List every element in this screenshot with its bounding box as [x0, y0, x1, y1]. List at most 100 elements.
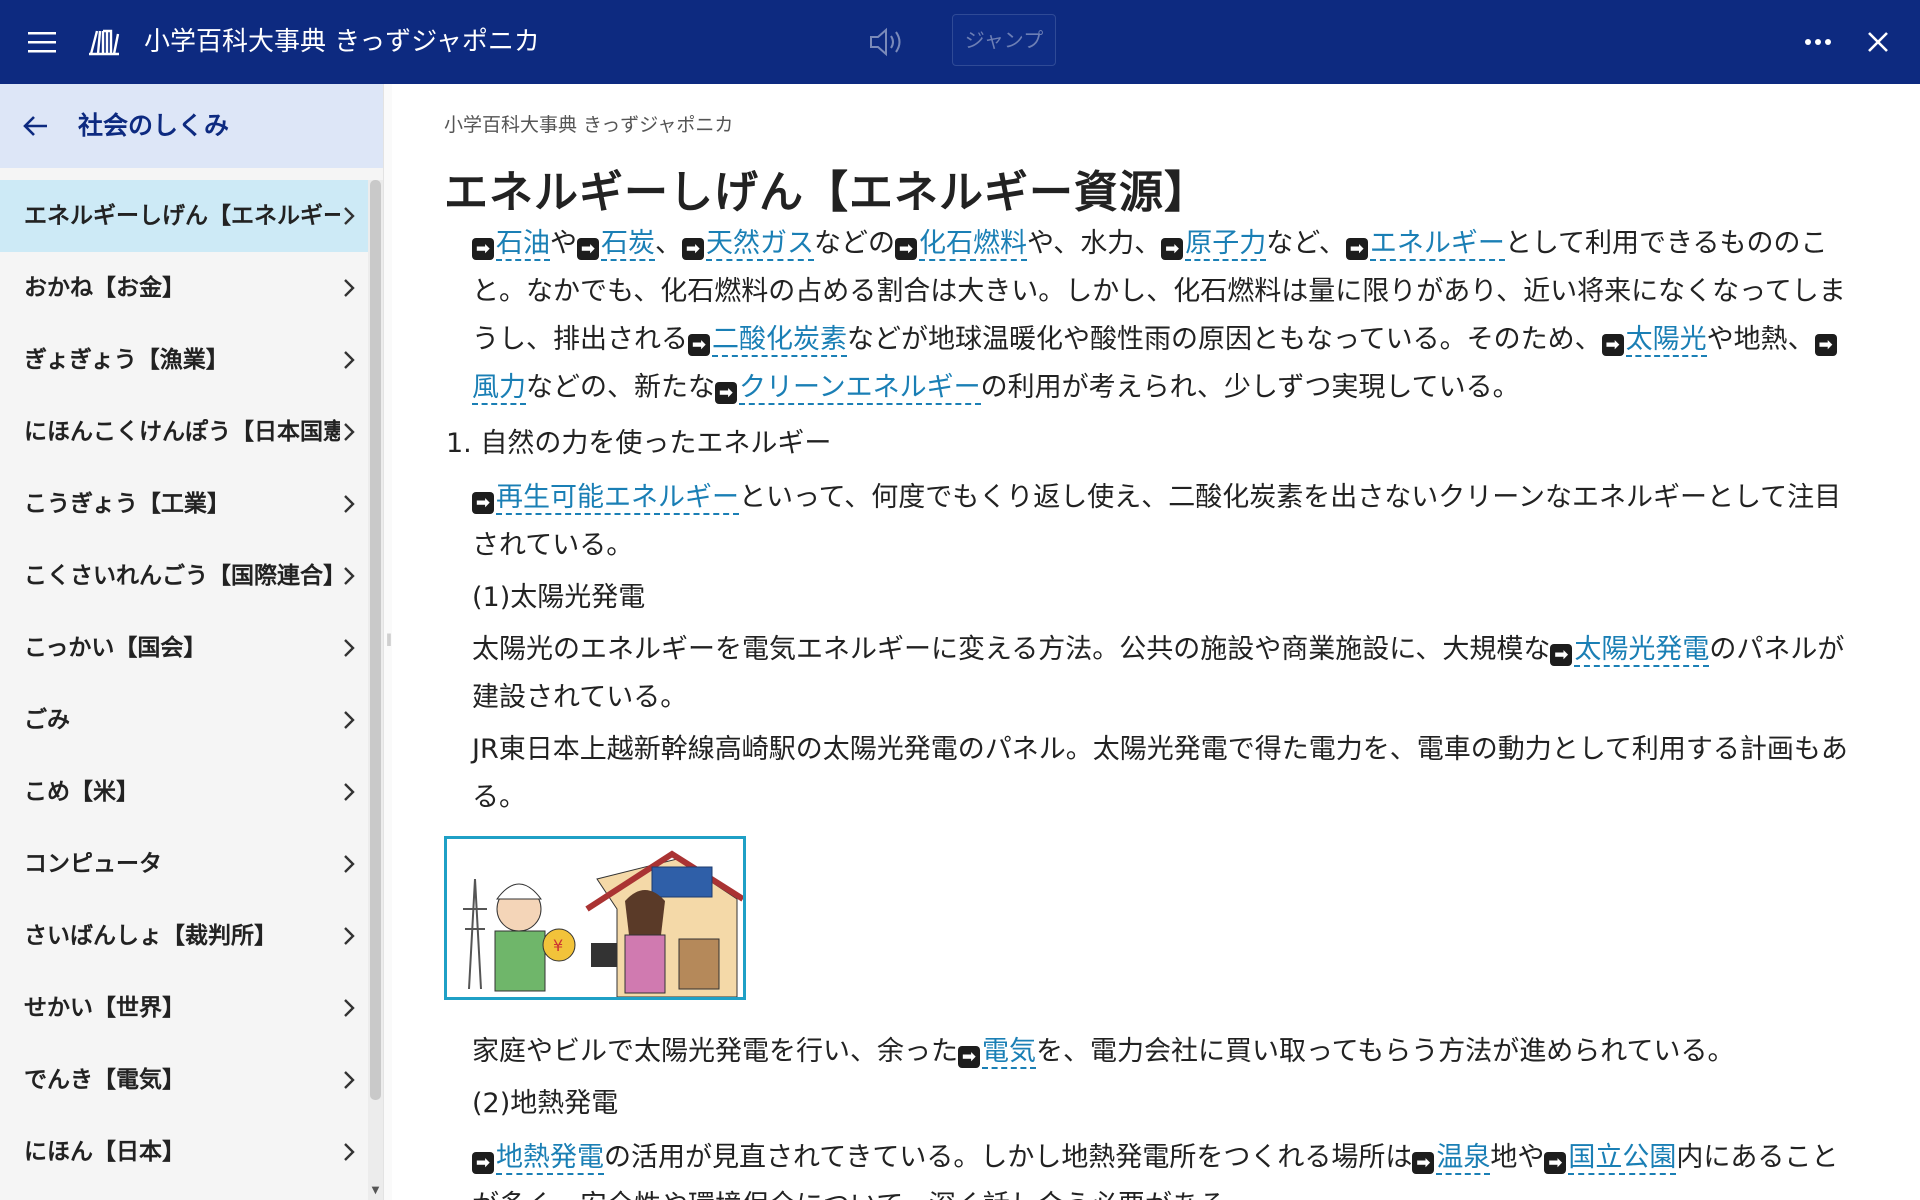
sidebar-item-energy-resources[interactable]: エネルギーしげん【エネルギー資源】 [0, 180, 368, 252]
close-button[interactable] [1854, 0, 1902, 84]
section-heading: 1. 自然の力を使ったエネルギー [446, 428, 832, 459]
sidebar-item-constitution[interactable]: にほんこくけんぽう【日本国憲法】 [0, 396, 368, 468]
link-coal[interactable]: 石炭 [601, 228, 655, 261]
chevron-right-icon [344, 279, 355, 297]
sidebar-item-label: こうぎょう【工業】 [24, 491, 230, 517]
link-hot-spring[interactable]: 温泉 [1436, 1142, 1491, 1175]
sidebar-item-label: エネルギーしげん【エネルギー資源】 [24, 203, 340, 229]
text: 地や [1490, 1142, 1545, 1173]
title-bar: 小学百科大事典 きっずジャポニカ ジャンプ [0, 0, 1920, 84]
books-icon [84, 0, 124, 84]
link-arrow-icon: ➡ [1544, 1152, 1567, 1174]
jump-button[interactable]: ジャンプ [952, 14, 1056, 66]
chevron-right-icon [344, 927, 355, 945]
solar-power-illustration[interactable]: ¥ [444, 836, 746, 1000]
pane-splitter[interactable]: ‖ [383, 84, 392, 1200]
sidebar-item-rice[interactable]: こめ【米】 [0, 756, 368, 828]
chevron-right-icon [344, 855, 355, 873]
link-arrow-icon: ➡ [1814, 334, 1837, 356]
link-arrow-icon: ➡ [472, 238, 494, 260]
sidebar-item-diet[interactable]: こっかい【国会】 [0, 612, 368, 684]
intro-paragraph: ➡ 石油や ➡ 石炭、 ➡ 天然ガスなどの ➡ 化石燃料や、水力、 ➡ 原子力など、 ➡ エネルギーと… [472, 220, 1862, 412]
chevron-right-icon [344, 711, 355, 729]
link-energy[interactable]: エネルギー [1369, 228, 1505, 261]
link-arrow-icon: ➡ [1161, 238, 1184, 260]
text: の利用が考えられ、少しずつ実現している。 [980, 372, 1520, 403]
menu-icon [28, 32, 56, 53]
speaker-icon [870, 27, 901, 57]
sidebar-item-electricity[interactable]: でんき【電気】 [0, 1044, 368, 1116]
link-fossil-fuel[interactable]: 化石燃料 [919, 228, 1027, 261]
page-title: エネルギーしげん【エネルギー資源】 [444, 167, 1209, 218]
hamburger-menu-button[interactable] [18, 0, 66, 84]
solar-paragraph: 太陽光のエネルギーを電気エネルギーに変える方法。公共の施設や商業施設に、大規模な… [472, 626, 1862, 722]
link-solar-power[interactable]: 太陽光発電 [1574, 634, 1710, 667]
sidebar-item-world[interactable]: せかい【世界】 [0, 972, 368, 1044]
link-arrow-icon: ➡ [958, 1046, 980, 1068]
more-icon [1805, 39, 1831, 45]
text: の活用が見直されてきている。しかし地熱発電所をつくれる場所は [604, 1142, 1413, 1173]
link-geothermal[interactable]: 地熱発電 [496, 1142, 604, 1175]
back-arrow-icon [23, 116, 47, 136]
text: などが地球温暖化や酸性雨の原因ともなっている。そのため、 [847, 324, 1602, 355]
link-nuclear[interactable]: 原子力 [1185, 228, 1267, 261]
link-oil[interactable]: 石油 [496, 228, 550, 261]
link-sunlight[interactable]: 太陽光 [1625, 324, 1707, 357]
sidebar-item-label: さいばんしょ【裁判所】 [24, 923, 277, 949]
chevron-right-icon [344, 1143, 355, 1161]
chevron-right-icon [344, 639, 355, 657]
sidebar-item-label: にほんこくけんぽう【日本国憲法】 [24, 419, 340, 445]
sidebar-item-japan[interactable]: にほん【日本】 [0, 1116, 368, 1188]
text: や [550, 228, 577, 259]
text: や、水力、 [1027, 228, 1162, 259]
sidebar-item-industry[interactable]: こうぎょう【工業】 [0, 468, 368, 540]
chevron-right-icon [344, 351, 355, 369]
text: などの [814, 228, 895, 259]
link-national-park[interactable]: 国立公園 [1568, 1142, 1677, 1175]
scrollbar-thumb[interactable] [370, 180, 381, 1100]
breadcrumb: 小学百科大事典 きっずジャポニカ [444, 114, 734, 136]
back-button[interactable] [18, 104, 54, 148]
sidebar-header: 社会のしくみ [0, 84, 383, 168]
geothermal-paragraph: ➡ 地熱発電の活用が見直されてきている。しかし地熱発電所をつくれる場所は ➡ 温泉地や… [472, 1134, 1862, 1200]
caption-paragraph: JR東日本上越新幹線高崎駅の太陽光発電のパネル。太陽光発電で得た電力を、電車の動… [472, 734, 1848, 813]
sidebar-item-label: こくさいれんごう【国際連合】 [24, 563, 340, 589]
sidebar-item-fishery[interactable]: ぎょぎょう【漁業】 [0, 324, 368, 396]
link-arrow-icon: ➡ [472, 1152, 494, 1174]
subsection-heading-geothermal: (2)地熱発電 [472, 1088, 619, 1119]
link-arrow-icon: ➡ [895, 238, 917, 260]
sidebar-title: 社会のしくみ [78, 111, 230, 140]
sidebar-item-united-nations[interactable]: こくさいれんごう【国際連合】 [0, 540, 368, 612]
sidebar-item-garbage[interactable]: ごみ [0, 684, 368, 756]
link-natural-gas[interactable]: 天然ガス [706, 228, 814, 261]
close-icon [1868, 32, 1888, 52]
sidebar-item-label: にほん【日本】 [24, 1139, 185, 1165]
more-options-button[interactable] [1794, 0, 1842, 84]
svg-text:¥: ¥ [553, 936, 563, 955]
sidebar-item-court[interactable]: さいばんしょ【裁判所】 [0, 900, 368, 972]
sidebar-item-computer[interactable]: コンピュータ [0, 828, 368, 900]
sidebar-scrollbar[interactable]: ▼ [368, 180, 383, 1200]
chevron-right-icon [344, 207, 355, 225]
link-arrow-icon: ➡ [715, 382, 737, 404]
link-wind-power[interactable]: 風力 [472, 372, 526, 405]
chevron-right-icon [344, 999, 355, 1017]
sidebar-item-label: コンピュータ [24, 851, 162, 877]
link-electricity[interactable]: 電気 [982, 1036, 1036, 1069]
sidebar-item-money[interactable]: おかね【お金】 [0, 252, 368, 324]
scroll-down-icon[interactable]: ▼ [370, 1186, 381, 1196]
sidebar-item-label: おかね【お金】 [24, 275, 185, 301]
link-arrow-icon: ➡ [472, 492, 494, 514]
sidebar-item-label: ぎょぎょう【漁業】 [24, 347, 229, 373]
sidebar-item-label: でんき【電気】 [24, 1067, 185, 1093]
link-arrow-icon: ➡ [688, 334, 710, 356]
chevron-right-icon [344, 495, 355, 513]
text: を、電力会社に買い取ってもらう方法が進められている。 [1036, 1036, 1735, 1067]
link-renewable-energy[interactable]: 再生可能エネルギー [496, 482, 739, 515]
text: などの、新たな [526, 372, 715, 403]
app-title: 小学百科大事典 きっずジャポニカ [144, 27, 540, 57]
speaker-button[interactable] [864, 0, 912, 84]
link-clean-energy[interactable]: クリーンエネルギー [739, 372, 981, 405]
link-co2[interactable]: 二酸化炭素 [712, 324, 847, 357]
sidebar-item-label: せかい【世界】 [24, 995, 185, 1021]
